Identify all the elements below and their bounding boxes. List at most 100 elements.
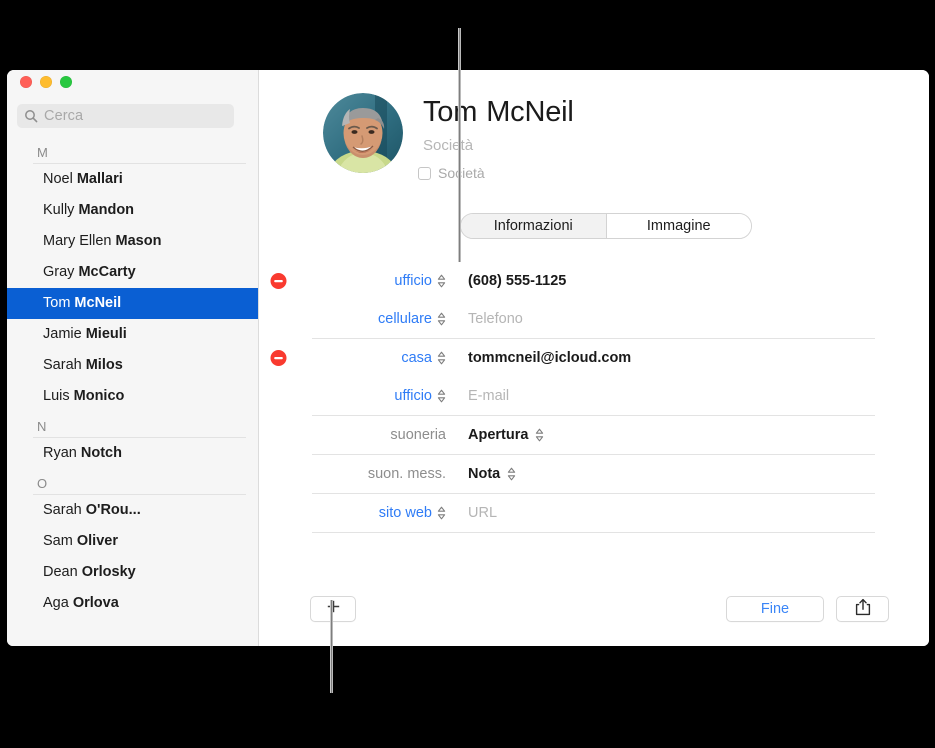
contact-given-name: Noel — [43, 171, 73, 187]
close-button[interactable] — [20, 76, 32, 88]
contact-family-name: McCarty — [74, 264, 136, 280]
field-value-cell[interactable]: tommcneil@icloud.com — [450, 350, 631, 366]
contact-family-name: McNeil — [70, 295, 122, 311]
contact-family-name: Oliver — [72, 533, 118, 549]
contact-given-name: Sarah — [43, 357, 82, 373]
group-header-m: M — [33, 138, 246, 164]
field-label: suon. mess. — [367, 466, 446, 482]
share-icon — [855, 598, 871, 621]
delete-field-icon[interactable] — [270, 273, 287, 290]
field-row[interactable]: suoneria Apertura — [260, 416, 929, 454]
contact-family-name: Mandon — [74, 202, 135, 218]
tab-label: Informazioni — [493, 218, 573, 234]
label-stepper-icon[interactable] — [437, 312, 446, 326]
search-input[interactable]: Cerca — [17, 104, 234, 128]
contact-family-name: Orlova — [68, 595, 119, 611]
contact-family-name: Mallari — [72, 171, 123, 187]
company-checkbox-row[interactable]: Società — [418, 165, 485, 181]
minimize-button[interactable] — [40, 76, 52, 88]
field-row[interactable]: ufficio E-mail — [260, 377, 929, 415]
contact-given-name: Luis — [43, 388, 70, 404]
field-value-placeholder: Telefono — [468, 311, 523, 327]
screenshot-stage: Cerca M Noel Mallari Kully Mandon Mary Elle… — [0, 0, 935, 748]
add-field-button[interactable] — [310, 596, 356, 622]
field-table: ufficio (608) 555-1125 cellulare Telefono ca… — [260, 262, 929, 533]
field-value-cell[interactable]: Nota — [450, 466, 516, 482]
last-name: McNeil — [486, 96, 574, 128]
field-label-cell[interactable]: ufficio — [260, 273, 450, 289]
contacts-window: Cerca M Noel Mallari Kully Mandon Mary Elle… — [7, 70, 929, 646]
field-row[interactable]: ufficio (608) 555-1125 — [260, 262, 929, 300]
label-stepper-icon[interactable] — [437, 389, 446, 403]
field-label: ufficio — [394, 388, 432, 404]
contact-given-name: Mary Ellen — [43, 233, 112, 249]
field-value-cell[interactable]: Apertura — [450, 427, 544, 443]
field-row[interactable]: casa tommcneil@icloud.com — [260, 339, 929, 377]
zoom-button[interactable] — [60, 76, 72, 88]
contact-family-name: Orlosky — [77, 564, 136, 580]
contact-given-name: Kully — [43, 202, 75, 218]
value-stepper-icon[interactable] — [507, 467, 516, 481]
company-checkbox[interactable] — [418, 166, 431, 180]
group-header-n: N — [33, 412, 246, 438]
field-value-cell[interactable]: (608) 555-1125 — [450, 273, 566, 289]
avatar[interactable] — [323, 93, 403, 173]
field-label-cell: suoneria — [260, 427, 450, 443]
contact-given-name: Sarah — [43, 502, 82, 518]
field-label-cell[interactable]: cellulare — [260, 311, 450, 327]
contact-family-name: Notch — [76, 445, 122, 461]
value-stepper-icon[interactable] — [535, 428, 544, 442]
contact-list-item[interactable]: Jamie Mieuli — [7, 319, 258, 350]
contact-list-item[interactable]: Tom McNeil — [7, 288, 258, 319]
field-label-cell[interactable]: sito web — [260, 505, 450, 521]
field-value: Nota — [468, 466, 501, 482]
field-row[interactable]: suon. mess. Nota — [260, 455, 929, 493]
done-button[interactable]: Fine — [726, 596, 824, 622]
company-checkbox-label: Società — [438, 165, 485, 181]
contact-list-item[interactable]: Sarah O'Rou... — [7, 495, 258, 526]
contact-given-name: Sam — [43, 533, 73, 549]
contact-list[interactable]: M Noel Mallari Kully Mandon Mary Ellen Maso… — [7, 138, 258, 646]
contact-given-name: Gray — [43, 264, 75, 280]
contact-list-item[interactable]: Aga Orlova — [7, 588, 258, 619]
contact-list-item[interactable]: Mary Ellen Mason — [7, 226, 258, 257]
field-row[interactable]: cellulare Telefono — [260, 300, 929, 338]
tab-immagine[interactable]: Immagine — [605, 214, 751, 238]
field-label-cell[interactable]: ufficio — [260, 388, 450, 404]
field-value: (608) 555-1125 — [468, 273, 567, 289]
contact-name[interactable]: Tom McNeil — [423, 96, 574, 129]
bottom-toolbar: Fine — [260, 584, 929, 646]
contact-list-item[interactable]: Kully Mandon — [7, 195, 258, 226]
label-stepper-icon[interactable] — [437, 351, 446, 365]
search-icon — [24, 109, 38, 123]
contact-list-item[interactable]: Luis Monico — [7, 381, 258, 412]
delete-field-icon[interactable] — [270, 350, 287, 367]
contact-list-item[interactable]: Dean Orlosky — [7, 557, 258, 588]
field-label-cell[interactable]: casa — [260, 350, 450, 366]
label-stepper-icon[interactable] — [437, 506, 446, 520]
contact-list-item[interactable]: Sam Oliver — [7, 526, 258, 557]
field-value-cell[interactable]: Telefono — [450, 311, 523, 327]
contact-list-item[interactable]: Sarah Milos — [7, 350, 258, 381]
field-value-placeholder: URL — [468, 505, 498, 521]
contact-list-item[interactable]: Gray McCarty — [7, 257, 258, 288]
contact-given-name: Dean — [43, 564, 78, 580]
tab-informazioni[interactable]: Informazioni — [461, 214, 606, 238]
label-stepper-icon[interactable] — [437, 274, 446, 288]
field-label: cellulare — [378, 311, 432, 327]
field-value-cell[interactable]: URL — [450, 505, 497, 521]
share-button[interactable] — [836, 596, 889, 622]
contact-list-item[interactable]: Ryan Notch — [7, 438, 258, 469]
field-label: suoneria — [390, 427, 446, 443]
company-field[interactable]: Società — [423, 137, 473, 154]
field-row[interactable]: sito web URL — [260, 494, 929, 532]
field-value-placeholder: E-mail — [468, 388, 510, 404]
callout-line-bottom — [330, 600, 333, 693]
field-label: casa — [401, 350, 432, 366]
contact-list-item[interactable]: Noel Mallari — [7, 164, 258, 195]
contact-family-name: Mieuli — [81, 326, 127, 342]
field-separator — [312, 532, 875, 533]
field-value-cell[interactable]: E-mail — [450, 388, 509, 404]
detail-tabs[interactable]: Informazioni Immagine — [460, 213, 752, 239]
search-placeholder: Cerca — [44, 108, 84, 124]
